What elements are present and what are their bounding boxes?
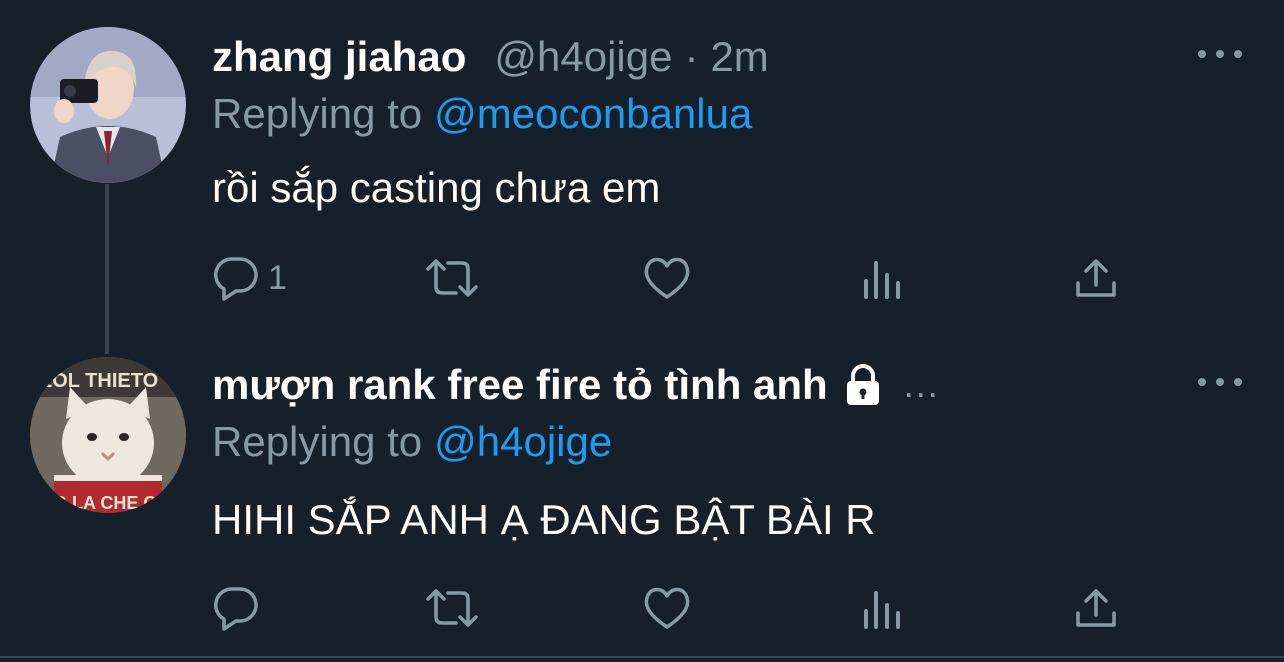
tweet-text: HIHI SẮP ANH Ạ ĐANG BẬT BÀI R — [212, 496, 876, 543]
mention-link[interactable]: @h4ojige — [434, 418, 612, 465]
retweet-icon — [426, 259, 478, 297]
svg-text:NG LA CHE CH: NG LA CHE CH — [40, 493, 169, 513]
reply-icon — [214, 587, 258, 631]
tweet-actions: 1 — [212, 253, 1142, 303]
retweet-button[interactable] — [424, 253, 480, 303]
tweet-header: zhang jiahao @h4ojige · 2m — [212, 27, 769, 87]
reply-button[interactable] — [212, 583, 260, 633]
analytics-icon — [864, 261, 900, 299]
svg-text:LOL THIETO: LOL THIETO — [40, 370, 158, 392]
tweet[interactable]: LOL THIETO NG LA CHE CH mượn rank free f… — [0, 330, 1284, 656]
share-icon — [1076, 259, 1116, 297]
reply-icon — [214, 257, 258, 301]
display-name[interactable]: mượn rank free fire tỏ tình anh — [212, 361, 828, 409]
like-button[interactable] — [642, 253, 692, 303]
separator-dot: · — [684, 33, 699, 80]
display-name[interactable]: zhang jiahao — [212, 33, 466, 81]
tweet-header: mượn rank free fire tỏ tình anh ... — [212, 355, 940, 415]
avatar[interactable]: LOL THIETO NG LA CHE CH — [30, 357, 186, 513]
more-icon[interactable] — [1198, 372, 1242, 392]
lock-icon — [840, 362, 886, 408]
replying-prefix: Replying to — [212, 418, 423, 465]
truncated-marker: ... — [903, 364, 940, 405]
like-button[interactable] — [642, 583, 692, 633]
timestamp[interactable]: 2m — [710, 33, 768, 81]
analytics-button[interactable] — [860, 253, 904, 303]
replying-to-line: Replying to @meoconbanlua — [212, 90, 752, 138]
replying-to-line: Replying to @h4ojige — [212, 418, 612, 466]
heart-icon — [644, 257, 690, 299]
share-button[interactable] — [1072, 583, 1120, 633]
mention-link[interactable]: @meoconbanlua — [434, 90, 752, 137]
analytics-icon — [864, 591, 900, 629]
heart-icon — [644, 587, 690, 629]
tweet-text: rồi sắp casting chưa em — [212, 164, 661, 211]
user-handle[interactable]: @h4ojige — [494, 33, 672, 81]
replying-prefix: Replying to — [212, 90, 423, 137]
divider — [0, 656, 1284, 658]
share-icon — [1076, 589, 1116, 627]
tweet-thread: zhang jiahao @h4ojige · 2m Replying to @m… — [0, 0, 1284, 662]
retweet-button[interactable] — [424, 583, 480, 633]
tweet-actions — [212, 583, 1142, 633]
reply-button[interactable]: 1 — [212, 253, 287, 303]
retweet-icon — [426, 589, 478, 627]
analytics-button[interactable] — [860, 583, 904, 633]
avatar[interactable] — [30, 27, 186, 183]
tweet[interactable]: zhang jiahao @h4ojige · 2m Replying to @m… — [0, 0, 1284, 330]
more-icon[interactable] — [1198, 44, 1242, 64]
reply-count: 1 — [268, 258, 287, 297]
share-button[interactable] — [1072, 253, 1120, 303]
